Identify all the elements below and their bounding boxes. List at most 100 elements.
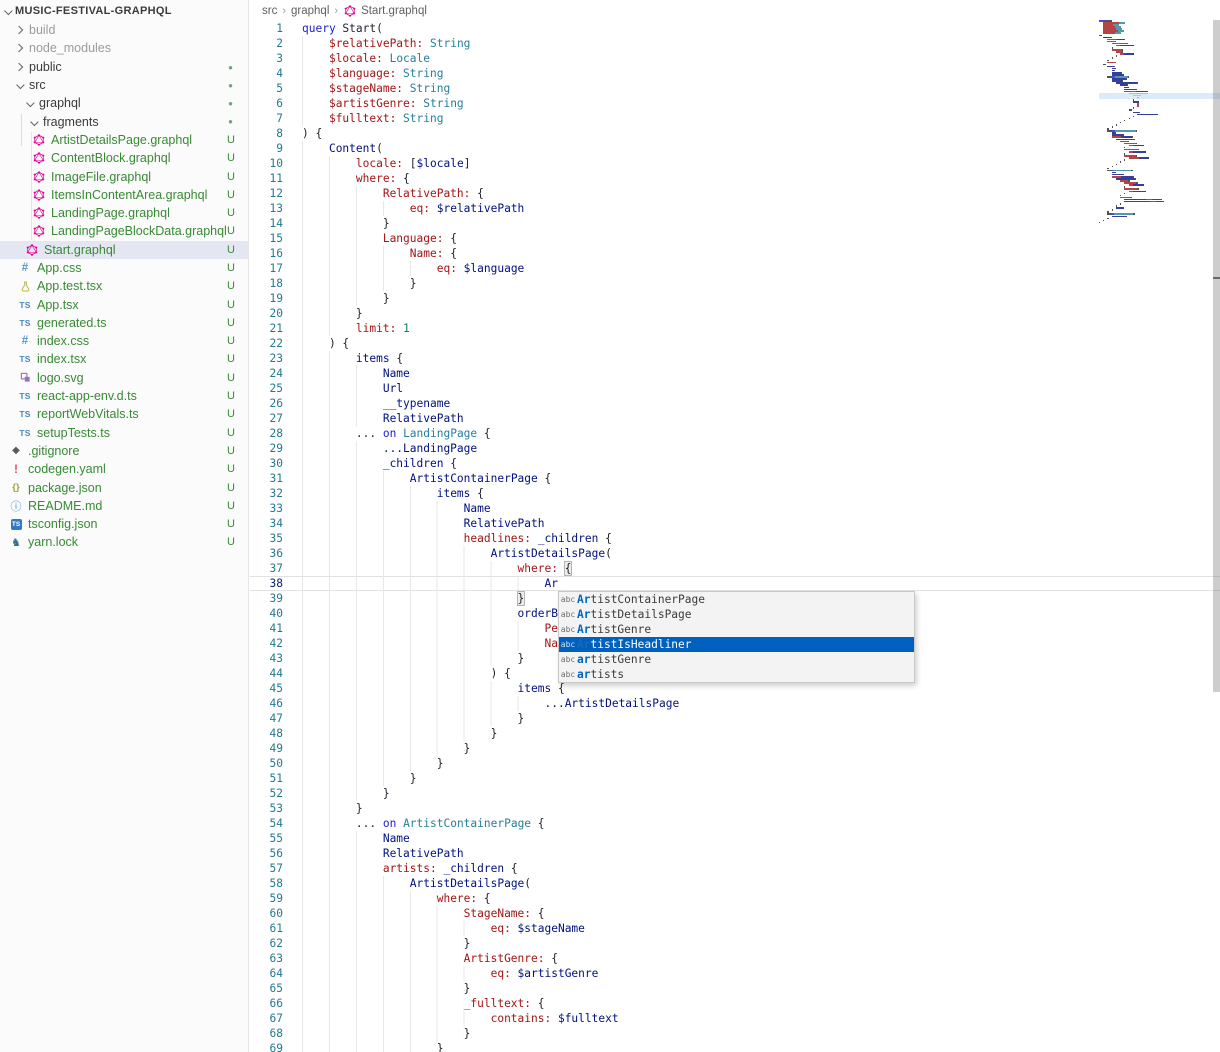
code-line-7[interactable]: 7 $fulltext: String [250,111,1220,126]
code-line-15[interactable]: 15 Language: { [250,231,1220,246]
code-line-55[interactable]: 55 Name [250,831,1220,846]
code-line-14[interactable]: 14 } [250,216,1220,231]
code-line-66[interactable]: 66 _fulltext: { [250,996,1220,1011]
scrollbar-thumb[interactable] [1213,20,1220,692]
code-line-45[interactable]: 45 items { [250,681,1220,696]
code-line-19[interactable]: 19 } [250,291,1220,306]
code-line-21[interactable]: 21 limit: 1 [250,321,1220,336]
code-line-52[interactable]: 52 } [250,786,1220,801]
breadcrumb-segment[interactable]: graphql [291,5,329,17]
code-line-25[interactable]: 25 Url [250,381,1220,396]
code-line-63[interactable]: 63 ArtistGenre: { [250,951,1220,966]
autocomplete-item-ArtistContainerPage[interactable]: abcArtistContainerPage [559,592,914,607]
code-line-6[interactable]: 6 $artistGenre: String [250,96,1220,111]
code-line-61[interactable]: 61 eq: $stageName [250,921,1220,936]
code-line-24[interactable]: 24 Name [250,366,1220,381]
code-line-5[interactable]: 5 $stageName: String [250,81,1220,96]
code-line-57[interactable]: 57 artists: _children { [250,861,1220,876]
tree-item-index-tsx[interactable]: TSindex.tsxU [0,350,248,368]
tree-item-app-css[interactable]: #App.cssU [0,259,248,277]
code-line-51[interactable]: 51 } [250,771,1220,786]
code-line-28[interactable]: 28 ... on LandingPage { [250,426,1220,441]
code-line-22[interactable]: 22 ) { [250,336,1220,351]
code-line-3[interactable]: 3 $locale: Locale [250,51,1220,66]
code-line-11[interactable]: 11 where: { [250,171,1220,186]
code-line-33[interactable]: 33 Name [250,501,1220,516]
code-area[interactable]: 1query Start(2 $relativePath: String3 $l… [250,21,1220,1052]
tree-item-logo-svg[interactable]: logo.svgU [0,369,248,387]
tree-item-itemsincontentarea-graphql[interactable]: ItemsInContentArea.graphqlU [0,186,248,204]
code-line-56[interactable]: 56 RelativePath [250,846,1220,861]
tree-item-app-test-tsx[interactable]: App.test.tsxU [0,277,248,295]
tree-item-setuptests-ts[interactable]: TSsetupTests.tsU [0,424,248,442]
code-line-27[interactable]: 27 RelativePath [250,411,1220,426]
autocomplete-item-artists[interactable]: abcartists [559,667,914,682]
code-line-29[interactable]: 29 ...LandingPage [250,441,1220,456]
tree-item-yarn-lock[interactable]: ♞yarn.lockU [0,533,248,551]
code-line-2[interactable]: 2 $relativePath: String [250,36,1220,51]
tree-item-public[interactable]: public● [0,58,248,76]
tree-item-generated-ts[interactable]: TSgenerated.tsU [0,314,248,332]
code-line-1[interactable]: 1query Start( [250,21,1220,36]
scrollbar[interactable] [1213,0,1220,1052]
code-line-17[interactable]: 17 eq: $language [250,261,1220,276]
tree-item-reportwebvitals-ts[interactable]: TSreportWebVitals.tsU [0,405,248,423]
code-line-46[interactable]: 46 ...ArtistDetailsPage [250,696,1220,711]
tree-item-build[interactable]: build [0,21,248,39]
tree-item-codegen-yaml[interactable]: !codegen.yamlU [0,460,248,478]
tree-item-artistdetailspage-graphql[interactable]: ArtistDetailsPage.graphqlU [0,131,248,149]
autocomplete-item-ArtistDetailsPage[interactable]: abcArtistDetailsPage [559,607,914,622]
autocomplete-item-ArtistGenre[interactable]: abcArtistGenre [559,622,914,637]
code-line-8[interactable]: 8) { [250,126,1220,141]
code-line-13[interactable]: 13 eq: $relativePath [250,201,1220,216]
tree-item-tsconfig-json[interactable]: TStsconfig.jsonU [0,515,248,533]
code-line-16[interactable]: 16 Name: { [250,246,1220,261]
tree-item-index-css[interactable]: #index.cssU [0,332,248,350]
code-line-69[interactable]: 69 } [250,1041,1220,1052]
tree-item-start-graphql[interactable]: Start.graphqlU [0,241,248,259]
code-line-10[interactable]: 10 locale: [$locale] [250,156,1220,171]
code-line-12[interactable]: 12 RelativePath: { [250,186,1220,201]
code-line-47[interactable]: 47 } [250,711,1220,726]
tree-item--gitignore[interactable]: ◆.gitignoreU [0,442,248,460]
tree-item-fragments[interactable]: fragments● [0,112,248,130]
autocomplete-item-ArtistIsHeadliner[interactable]: abcArtistIsHeadliner [559,637,914,652]
code-line-54[interactable]: 54 ... on ArtistContainerPage { [250,816,1220,831]
tree-item-node-modules[interactable]: node_modules [0,39,248,57]
code-line-37[interactable]: 37 where: { [250,561,1220,576]
code-line-30[interactable]: 30 _children { [250,456,1220,471]
tree-item-graphql[interactable]: graphql● [0,94,248,112]
code-line-68[interactable]: 68 } [250,1026,1220,1041]
breadcrumb-file[interactable]: Start.graphql [343,4,427,18]
code-line-65[interactable]: 65 } [250,981,1220,996]
code-line-9[interactable]: 9 Content( [250,141,1220,156]
tree-item-app-tsx[interactable]: TSApp.tsxU [0,295,248,313]
explorer-root-folder[interactable]: MUSIC-FESTIVAL-GRAPHQL [0,0,248,21]
code-line-20[interactable]: 20 } [250,306,1220,321]
code-line-67[interactable]: 67 contains: $fulltext [250,1011,1220,1026]
code-line-35[interactable]: 35 headlines: _children { [250,531,1220,546]
tree-item-readme-md[interactable]: ⓘREADME.mdU [0,497,248,515]
tree-item-landingpage-graphql[interactable]: LandingPage.graphqlU [0,204,248,222]
tree-item-imagefile-graphql[interactable]: ImageFile.graphqlU [0,167,248,185]
tree-item-package-json[interactable]: {}package.jsonU [0,478,248,496]
code-line-49[interactable]: 49 } [250,741,1220,756]
code-line-48[interactable]: 48 } [250,726,1220,741]
code-line-64[interactable]: 64 eq: $artistGenre [250,966,1220,981]
minimap[interactable] [1099,0,1213,260]
code-line-23[interactable]: 23 items { [250,351,1220,366]
code-line-34[interactable]: 34 RelativePath [250,516,1220,531]
code-line-32[interactable]: 32 items { [250,486,1220,501]
code-line-50[interactable]: 50 } [250,756,1220,771]
code-line-31[interactable]: 31 ArtistContainerPage { [250,471,1220,486]
tree-item-contentblock-graphql[interactable]: ContentBlock.graphqlU [0,149,248,167]
code-line-26[interactable]: 26 __typename [250,396,1220,411]
code-line-18[interactable]: 18 } [250,276,1220,291]
tree-item-react-app-env-d-ts[interactable]: TSreact-app-env.d.tsU [0,387,248,405]
breadcrumb-segment[interactable]: src [262,5,277,17]
code-line-53[interactable]: 53 } [250,801,1220,816]
code-line-58[interactable]: 58 ArtistDetailsPage( [250,876,1220,891]
code-line-59[interactable]: 59 where: { [250,891,1220,906]
code-line-4[interactable]: 4 $language: String [250,66,1220,81]
code-line-36[interactable]: 36 ArtistDetailsPage( [250,546,1220,561]
